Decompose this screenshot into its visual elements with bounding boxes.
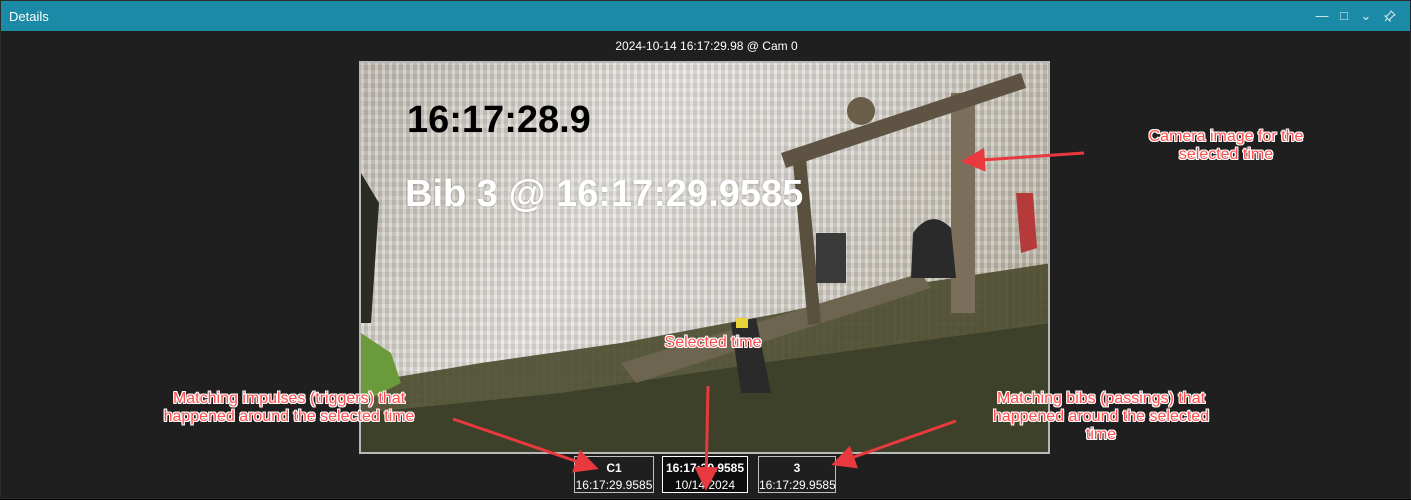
camera-image[interactable]: 16:17:28.9 Bib 3 @ 16:17:29.9585 [359,61,1050,454]
crouching-person [911,219,956,278]
selected-time-item[interactable]: 16:17:29.9585 10/14/2024 [662,456,748,493]
chevron-down-icon[interactable]: ⌄ [1355,5,1377,27]
timing-device [736,318,748,328]
overlay-time-text: 16:17:28.9 [407,99,591,141]
details-window: Details — □ ⌄ 2024-10-14 16:17:29.98 @ C… [0,0,1411,499]
bib-number: 3 [793,461,801,475]
gate-emblem [847,97,875,125]
tires [816,233,846,283]
window-title: Details [9,9,49,24]
annotation-camera-image: Camera image for the selected time [1148,128,1304,163]
rider [1016,193,1037,253]
left-figure [361,173,379,323]
gate-post [951,93,975,313]
bib-time: 16:17:29.9585 [759,478,836,492]
title-bar[interactable]: Details — □ ⌄ [1,1,1410,31]
annotation-bibs: Matching bibs (passings) that happened a… [992,390,1210,443]
overlay-bib-text: Bib 3 @ 16:17:29.9585 [405,173,804,215]
annotation-selected-time: Selected time [664,334,762,351]
impulse-time: 16:17:29.9585 [575,478,653,492]
bib-item-3[interactable]: 3 16:17:29.9585 [758,456,836,493]
minimize-icon[interactable]: — [1311,5,1333,27]
annotation-impulses: Matching impulses (triggers) that happen… [163,390,415,425]
camera-header: 2024-10-14 16:17:29.98 @ Cam 0 [615,39,798,53]
impulse-item-c1[interactable]: C1 16:17:29.9585 [574,456,654,493]
impulse-label: C1 [606,461,622,475]
maximize-icon[interactable]: □ [1333,5,1355,27]
selected-time: 16:17:29.9585 [665,461,745,475]
selected-date: 10/14/2024 [674,478,736,492]
gate-beam [781,73,1026,168]
pin-icon[interactable] [1379,5,1401,27]
